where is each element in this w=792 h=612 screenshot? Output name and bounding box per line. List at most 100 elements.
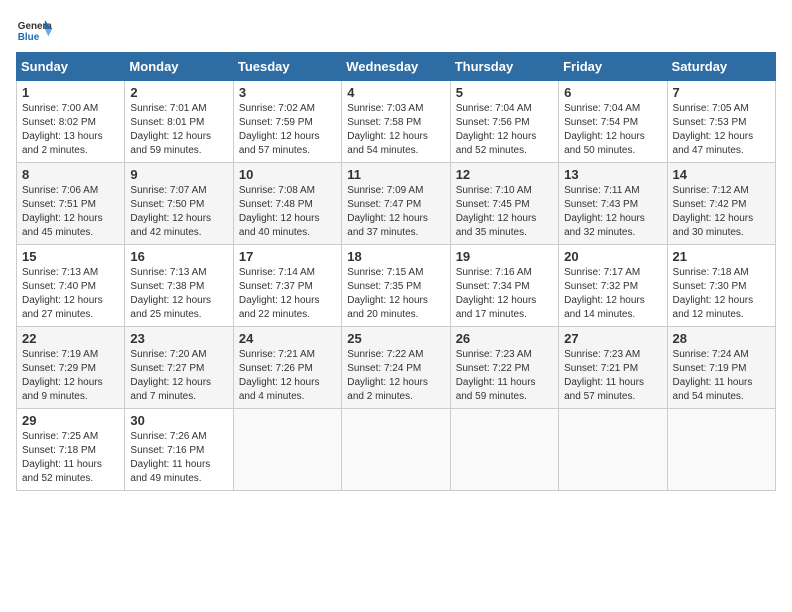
calendar-cell: 15 Sunrise: 7:13 AM Sunset: 7:40 PM Dayl…: [17, 245, 125, 327]
sunset-label: Sunset: 7:47 PM: [347, 199, 421, 210]
day-number: 10: [239, 167, 336, 182]
day-info: Sunrise: 7:18 AM Sunset: 7:30 PM Dayligh…: [673, 266, 770, 322]
calendar-cell: 28 Sunrise: 7:24 AM Sunset: 7:19 PM Dayl…: [667, 327, 775, 409]
calendar-cell: 29 Sunrise: 7:25 AM Sunset: 7:18 PM Dayl…: [17, 409, 125, 491]
day-number: 22: [22, 331, 119, 346]
col-monday: Monday: [125, 53, 233, 81]
daylight-label: Daylight: 11 hours and 54 minutes.: [673, 377, 753, 402]
calendar-cell: 3 Sunrise: 7:02 AM Sunset: 7:59 PM Dayli…: [233, 81, 341, 163]
day-number: 19: [456, 249, 553, 264]
sunset-label: Sunset: 7:59 PM: [239, 117, 313, 128]
day-number: 27: [564, 331, 661, 346]
calendar-cell: [450, 409, 558, 491]
header-row: Sunday Monday Tuesday Wednesday Thursday…: [17, 53, 776, 81]
daylight-label: Daylight: 12 hours and 20 minutes.: [347, 295, 428, 320]
calendar-cell: 10 Sunrise: 7:08 AM Sunset: 7:48 PM Dayl…: [233, 163, 341, 245]
day-number: 17: [239, 249, 336, 264]
calendar-row: 1 Sunrise: 7:00 AM Sunset: 8:02 PM Dayli…: [17, 81, 776, 163]
sunset-label: Sunset: 7:54 PM: [564, 117, 638, 128]
sunrise-label: Sunrise: 7:10 AM: [456, 185, 532, 196]
day-info: Sunrise: 7:13 AM Sunset: 7:40 PM Dayligh…: [22, 266, 119, 322]
sunset-label: Sunset: 7:32 PM: [564, 281, 638, 292]
sunrise-label: Sunrise: 7:24 AM: [673, 349, 749, 360]
day-number: 12: [456, 167, 553, 182]
sunrise-label: Sunrise: 7:13 AM: [22, 267, 98, 278]
sunset-label: Sunset: 7:27 PM: [130, 363, 204, 374]
sunset-label: Sunset: 7:19 PM: [673, 363, 747, 374]
sunset-label: Sunset: 7:56 PM: [456, 117, 530, 128]
day-number: 5: [456, 85, 553, 100]
day-number: 1: [22, 85, 119, 100]
calendar-cell: 7 Sunrise: 7:05 AM Sunset: 7:53 PM Dayli…: [667, 81, 775, 163]
day-number: 6: [564, 85, 661, 100]
sunrise-label: Sunrise: 7:06 AM: [22, 185, 98, 196]
sunset-label: Sunset: 7:42 PM: [673, 199, 747, 210]
sunrise-label: Sunrise: 7:12 AM: [673, 185, 749, 196]
sunrise-label: Sunrise: 7:00 AM: [22, 103, 98, 114]
daylight-label: Daylight: 12 hours and 27 minutes.: [22, 295, 103, 320]
daylight-label: Daylight: 12 hours and 52 minutes.: [456, 131, 537, 156]
day-number: 11: [347, 167, 444, 182]
day-info: Sunrise: 7:19 AM Sunset: 7:29 PM Dayligh…: [22, 348, 119, 404]
sunrise-label: Sunrise: 7:18 AM: [673, 267, 749, 278]
calendar-cell: 20 Sunrise: 7:17 AM Sunset: 7:32 PM Dayl…: [559, 245, 667, 327]
sunset-label: Sunset: 7:24 PM: [347, 363, 421, 374]
day-number: 15: [22, 249, 119, 264]
col-wednesday: Wednesday: [342, 53, 450, 81]
sunset-label: Sunset: 7:34 PM: [456, 281, 530, 292]
sunrise-label: Sunrise: 7:11 AM: [564, 185, 639, 196]
daylight-label: Daylight: 12 hours and 35 minutes.: [456, 213, 537, 238]
day-info: Sunrise: 7:20 AM Sunset: 7:27 PM Dayligh…: [130, 348, 227, 404]
calendar-row: 8 Sunrise: 7:06 AM Sunset: 7:51 PM Dayli…: [17, 163, 776, 245]
day-info: Sunrise: 7:21 AM Sunset: 7:26 PM Dayligh…: [239, 348, 336, 404]
sunrise-label: Sunrise: 7:05 AM: [673, 103, 749, 114]
calendar-cell: 27 Sunrise: 7:23 AM Sunset: 7:21 PM Dayl…: [559, 327, 667, 409]
calendar-cell: 12 Sunrise: 7:10 AM Sunset: 7:45 PM Dayl…: [450, 163, 558, 245]
day-number: 14: [673, 167, 770, 182]
day-number: 16: [130, 249, 227, 264]
sunset-label: Sunset: 7:21 PM: [564, 363, 638, 374]
sunset-label: Sunset: 7:35 PM: [347, 281, 421, 292]
calendar-cell: [233, 409, 341, 491]
svg-text:Blue: Blue: [18, 32, 40, 43]
calendar-cell: 24 Sunrise: 7:21 AM Sunset: 7:26 PM Dayl…: [233, 327, 341, 409]
sunset-label: Sunset: 7:51 PM: [22, 199, 96, 210]
day-info: Sunrise: 7:04 AM Sunset: 7:54 PM Dayligh…: [564, 102, 661, 158]
day-info: Sunrise: 7:17 AM Sunset: 7:32 PM Dayligh…: [564, 266, 661, 322]
calendar-cell: 4 Sunrise: 7:03 AM Sunset: 7:58 PM Dayli…: [342, 81, 450, 163]
daylight-label: Daylight: 12 hours and 30 minutes.: [673, 213, 754, 238]
daylight-label: Daylight: 11 hours and 59 minutes.: [456, 377, 536, 402]
calendar-cell: 11 Sunrise: 7:09 AM Sunset: 7:47 PM Dayl…: [342, 163, 450, 245]
sunrise-label: Sunrise: 7:22 AM: [347, 349, 423, 360]
col-friday: Friday: [559, 53, 667, 81]
sunset-label: Sunset: 7:29 PM: [22, 363, 96, 374]
daylight-label: Daylight: 12 hours and 59 minutes.: [130, 131, 211, 156]
day-number: 4: [347, 85, 444, 100]
day-number: 29: [22, 413, 119, 428]
sunrise-label: Sunrise: 7:04 AM: [456, 103, 532, 114]
calendar-cell: 1 Sunrise: 7:00 AM Sunset: 8:02 PM Dayli…: [17, 81, 125, 163]
day-number: 24: [239, 331, 336, 346]
sunrise-label: Sunrise: 7:04 AM: [564, 103, 640, 114]
calendar-cell: 8 Sunrise: 7:06 AM Sunset: 7:51 PM Dayli…: [17, 163, 125, 245]
daylight-label: Daylight: 11 hours and 52 minutes.: [22, 459, 102, 484]
daylight-label: Daylight: 12 hours and 54 minutes.: [347, 131, 428, 156]
calendar-cell: 21 Sunrise: 7:18 AM Sunset: 7:30 PM Dayl…: [667, 245, 775, 327]
day-info: Sunrise: 7:25 AM Sunset: 7:18 PM Dayligh…: [22, 430, 119, 486]
daylight-label: Daylight: 12 hours and 50 minutes.: [564, 131, 645, 156]
sunrise-label: Sunrise: 7:03 AM: [347, 103, 423, 114]
day-info: Sunrise: 7:12 AM Sunset: 7:42 PM Dayligh…: [673, 184, 770, 240]
daylight-label: Daylight: 12 hours and 14 minutes.: [564, 295, 645, 320]
day-number: 18: [347, 249, 444, 264]
calendar-cell: [342, 409, 450, 491]
day-info: Sunrise: 7:00 AM Sunset: 8:02 PM Dayligh…: [22, 102, 119, 158]
sunrise-label: Sunrise: 7:23 AM: [564, 349, 640, 360]
daylight-label: Daylight: 12 hours and 9 minutes.: [22, 377, 103, 402]
day-info: Sunrise: 7:06 AM Sunset: 7:51 PM Dayligh…: [22, 184, 119, 240]
daylight-label: Daylight: 12 hours and 42 minutes.: [130, 213, 211, 238]
day-number: 3: [239, 85, 336, 100]
daylight-label: Daylight: 11 hours and 57 minutes.: [564, 377, 644, 402]
calendar-cell: 13 Sunrise: 7:11 AM Sunset: 7:43 PM Dayl…: [559, 163, 667, 245]
calendar-cell: 25 Sunrise: 7:22 AM Sunset: 7:24 PM Dayl…: [342, 327, 450, 409]
calendar-cell: 17 Sunrise: 7:14 AM Sunset: 7:37 PM Dayl…: [233, 245, 341, 327]
